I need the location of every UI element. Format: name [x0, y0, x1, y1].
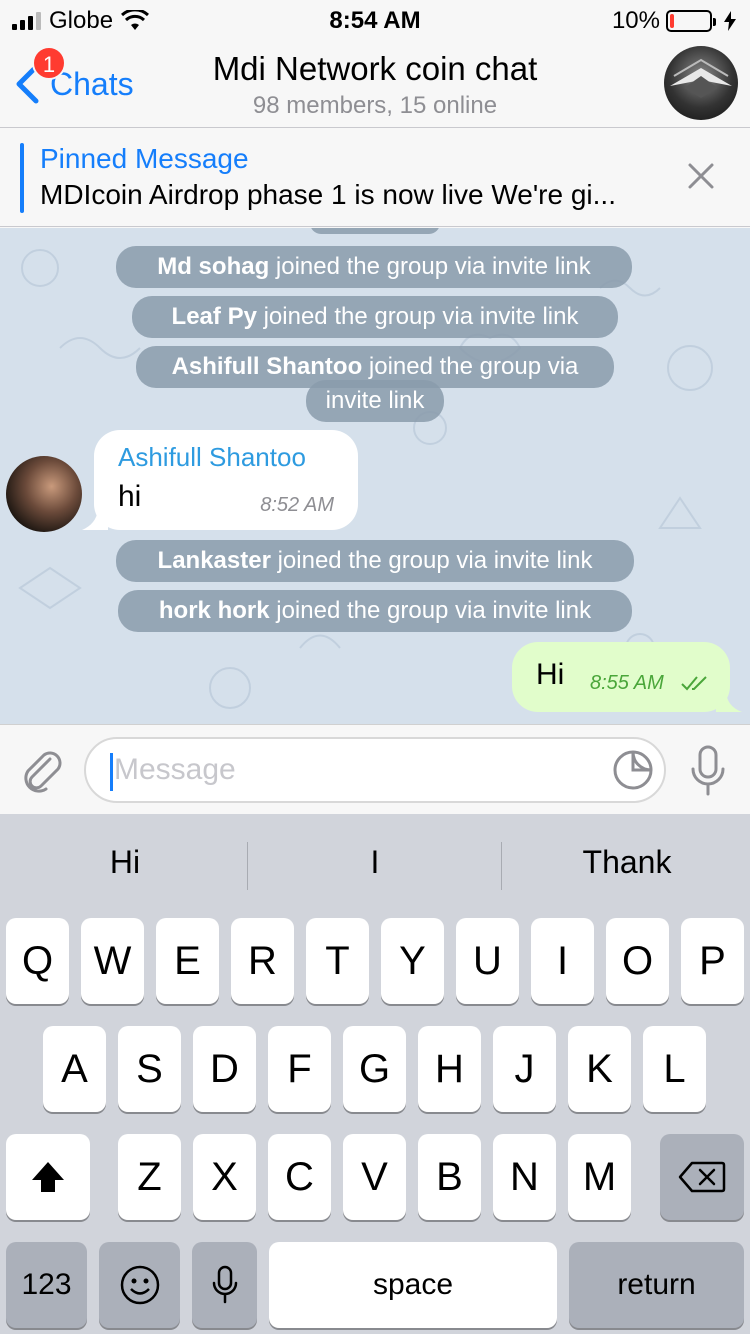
battery-percent: 10%	[611, 7, 660, 34]
paperclip-icon[interactable]	[20, 747, 64, 793]
numbers-key[interactable]: 123	[6, 1242, 87, 1328]
message-sender[interactable]: Ashifull Shantoo	[118, 442, 306, 473]
key-p[interactable]: P	[681, 918, 744, 1004]
dictation-key[interactable]	[192, 1242, 257, 1328]
status-bar: Globe 8:54 AM 10%	[0, 0, 750, 40]
shift-key[interactable]	[6, 1134, 90, 1220]
suggestion-divider	[247, 842, 248, 890]
key-v[interactable]: V	[343, 1134, 406, 1220]
sticker-icon[interactable]	[612, 749, 654, 791]
battery-icon	[666, 10, 716, 32]
key-j[interactable]: J	[493, 1026, 556, 1112]
emoji-icon	[120, 1265, 159, 1305]
message-input[interactable]: Message	[84, 737, 666, 803]
service-message: invite link	[306, 380, 444, 422]
key-s[interactable]: S	[118, 1026, 181, 1112]
key-k[interactable]: K	[568, 1026, 631, 1112]
key-b[interactable]: B	[418, 1134, 481, 1220]
message-text: hi	[118, 480, 142, 513]
chat-subtitle: 98 members, 15 online	[252, 92, 498, 119]
avatar[interactable]	[6, 456, 82, 532]
service-message-partial	[310, 228, 440, 234]
key-q[interactable]: Q	[6, 918, 69, 1004]
pinned-text: MDIcoin Airdrop phase 1 is now live We'r…	[40, 179, 616, 210]
microphone-icon[interactable]	[688, 745, 728, 797]
service-message: Leaf Py joined the group via invite link	[132, 296, 618, 338]
suggestion[interactable]: Thank	[502, 844, 750, 881]
group-logo-icon	[670, 58, 732, 98]
key-u[interactable]: U	[456, 918, 519, 1004]
message-placeholder: Message	[114, 753, 236, 786]
key-a[interactable]: A	[43, 1026, 106, 1112]
keyboard: Hi I Thank Q W E R T Y U I O P A S D F G…	[0, 814, 750, 1334]
chat-title[interactable]: Mdi Network coin chat	[0, 50, 750, 88]
key-h[interactable]: H	[418, 1026, 481, 1112]
delete-key[interactable]	[660, 1134, 744, 1220]
message-time: 8:55 AM	[590, 672, 664, 694]
suggestion[interactable]: Hi	[0, 844, 250, 881]
close-icon[interactable]	[686, 161, 716, 191]
return-key[interactable]: return	[569, 1242, 744, 1328]
key-d[interactable]: D	[193, 1026, 256, 1112]
message-input-bar: Message	[0, 724, 750, 814]
key-o[interactable]: O	[606, 918, 669, 1004]
shift-icon	[32, 1162, 64, 1192]
message-time: 8:52 AM	[260, 494, 334, 516]
key-f[interactable]: F	[268, 1026, 331, 1112]
key-x[interactable]: X	[193, 1134, 256, 1220]
incoming-message[interactable]: Ashifull Shantoo hi 8:52 AM	[94, 430, 358, 530]
group-avatar[interactable]	[664, 46, 738, 120]
key-n[interactable]: N	[493, 1134, 556, 1220]
emoji-key[interactable]	[99, 1242, 180, 1328]
space-key[interactable]: space	[269, 1242, 557, 1328]
status-right: 10%	[612, 7, 736, 35]
charging-icon	[724, 11, 736, 31]
service-message: Lankaster joined the group via invite li…	[116, 540, 634, 582]
pinned-message[interactable]: Pinned Message MDIcoin Airdrop phase 1 i…	[0, 129, 750, 227]
key-w[interactable]: W	[81, 918, 144, 1004]
double-check-icon	[681, 676, 707, 691]
pinned-accent-bar	[20, 143, 24, 213]
suggestion[interactable]: I	[250, 844, 500, 881]
key-z[interactable]: Z	[118, 1134, 181, 1220]
key-g[interactable]: G	[343, 1026, 406, 1112]
chat-area[interactable]: Md sohag joined the group via invite lin…	[0, 228, 750, 724]
text-cursor	[110, 753, 113, 791]
microphone-icon	[212, 1265, 237, 1304]
suggestion-bar: Hi I Thank	[0, 814, 750, 914]
pinned-title: Pinned Message	[40, 143, 249, 174]
key-y[interactable]: Y	[381, 918, 444, 1004]
key-e[interactable]: E	[156, 918, 219, 1004]
key-r[interactable]: R	[231, 918, 294, 1004]
service-message: hork hork joined the group via invite li…	[118, 590, 632, 632]
nav-bar: Chats 1 Mdi Network coin chat 98 members…	[0, 40, 750, 128]
key-t[interactable]: T	[306, 918, 369, 1004]
key-l[interactable]: L	[643, 1026, 706, 1112]
key-m[interactable]: M	[568, 1134, 631, 1220]
key-c[interactable]: C	[268, 1134, 331, 1220]
key-i[interactable]: I	[531, 918, 594, 1004]
outgoing-message[interactable]: Hi 8:55 AM	[512, 642, 730, 712]
service-message: Md sohag joined the group via invite lin…	[116, 246, 632, 288]
message-text: Hi	[536, 658, 565, 691]
backspace-icon	[678, 1161, 726, 1193]
